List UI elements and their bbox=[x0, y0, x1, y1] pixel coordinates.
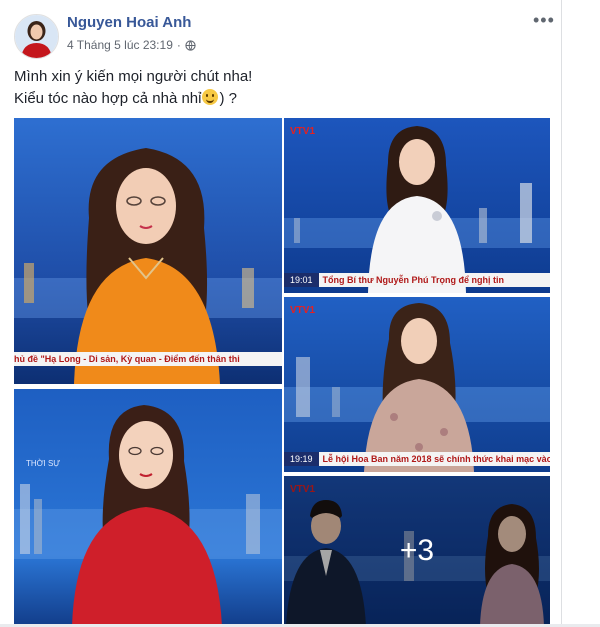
author-name[interactable]: Nguyen Hoai Anh bbox=[67, 14, 191, 31]
news-ticker: hủ đề "Hạ Long - Di sản, Kỳ quan - Điểm … bbox=[14, 352, 282, 366]
photo-5-more[interactable]: VTV1 +3 bbox=[284, 476, 550, 626]
vtv1-logo-digit: 1 bbox=[309, 305, 316, 316]
broadcast-clock: 19:19 bbox=[284, 452, 319, 466]
vtv1-logo-text: VTV1 bbox=[290, 305, 316, 316]
news-ticker: 19:01 Tổng Bí thư Nguyễn Phú Trọng để ngh… bbox=[284, 273, 550, 287]
avatar[interactable] bbox=[14, 14, 59, 59]
channel-label: THỜI SỰ bbox=[26, 459, 61, 468]
smile-emoji-icon bbox=[202, 89, 219, 105]
globe-icon[interactable] bbox=[185, 39, 196, 51]
more-photos-overlay[interactable]: +3 bbox=[284, 476, 550, 626]
vtv1-logo-text: VTV1 bbox=[290, 126, 316, 137]
vtv1-logo: VTV1 bbox=[290, 305, 315, 316]
post-card: Nguyen Hoai Anh 4 Tháng 5 lúc 23:19 · ••… bbox=[0, 0, 562, 627]
post-meta: 4 Tháng 5 lúc 23:19 · bbox=[67, 38, 196, 52]
post-text-line-2: Kiểu tóc nào hợp cả nhà nhỉ ) ? bbox=[14, 88, 252, 110]
post-text-line-2-start: Kiểu tóc nào hợp cả nhà nhỉ bbox=[14, 90, 202, 107]
vtv1-logo: VTV1 bbox=[290, 126, 315, 137]
more-photos-count: +3 bbox=[399, 534, 435, 567]
vtv1-logo-digit: 1 bbox=[309, 126, 316, 137]
post-text-line-1: Mình xin ý kiến mọi người chút nha! bbox=[14, 68, 253, 85]
photo-3[interactable]: VTV1 19:01 Tổng Bí thư Nguyễn Phú Trọng đ… bbox=[284, 118, 550, 293]
photo-1[interactable]: hủ đề "Hạ Long - Di sản, Kỳ quan - Điểm … bbox=[14, 118, 282, 384]
ticker-text: Lễ hội Hoa Ban năm 2018 sẽ chính thức kh… bbox=[322, 454, 550, 464]
ticker-text: Tổng Bí thư Nguyễn Phú Trọng để nghị tin bbox=[322, 275, 505, 285]
dot-separator: · bbox=[176, 38, 181, 52]
photo-4[interactable]: VTV1 19:19 Lễ hội Hoa Ban năm 2018 sẽ chí… bbox=[284, 297, 550, 472]
ellipsis-icon[interactable]: ••• bbox=[533, 10, 555, 31]
photo-2[interactable]: THỜI SỰ bbox=[14, 389, 282, 626]
post-text-line-2-end: ) ? bbox=[219, 90, 237, 107]
broadcast-clock: 19:01 bbox=[284, 273, 319, 287]
news-ticker: 19:19 Lễ hội Hoa Ban năm 2018 sẽ chính th… bbox=[284, 452, 550, 466]
post-message: Mình xin ý kiến mọi người chút nha! Kiểu… bbox=[14, 66, 252, 110]
post-timestamp[interactable]: 4 Tháng 5 lúc 23:19 bbox=[67, 38, 173, 52]
